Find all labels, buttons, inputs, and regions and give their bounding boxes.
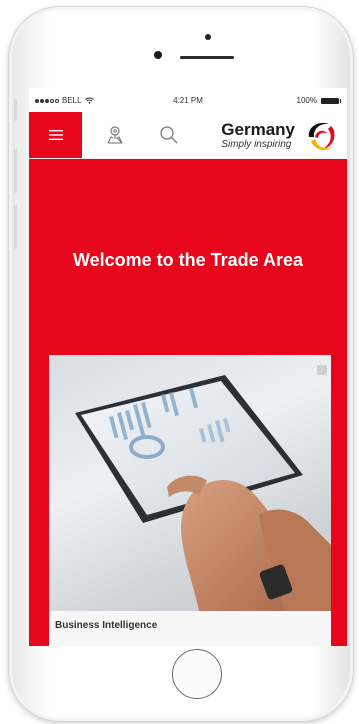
menu-icon [48, 130, 63, 140]
mute-switch [14, 99, 17, 121]
search-icon[interactable] [159, 125, 179, 145]
battery-icon [321, 97, 341, 104]
stage: BELL 4:21 PM 100% Germany Simply inspiri… [0, 0, 359, 724]
business-intelligence-image [49, 355, 331, 611]
battery-percent: 100% [296, 96, 317, 105]
earpiece-speaker [180, 56, 234, 59]
volume-down-button [14, 205, 17, 249]
home-button[interactable] [172, 649, 222, 699]
swirl-logo-icon [308, 122, 335, 151]
phone-screen: BELL 4:21 PM 100% Germany Simply inspiri… [29, 88, 347, 646]
card-caption: Business Intelligence [49, 611, 331, 646]
germany-logo[interactable]: Germany Simply inspiring [221, 117, 339, 155]
logo-subtitle: Simply inspiring [221, 139, 292, 150]
top-navigation: Germany Simply inspiring [29, 112, 347, 159]
status-bar: BELL 4:21 PM 100% [29, 88, 347, 112]
battery-status: 100% [296, 96, 341, 105]
proximity-sensor [154, 51, 162, 59]
front-camera [205, 34, 211, 40]
logo-title: Germany [221, 120, 295, 139]
menu-button[interactable] [29, 112, 82, 158]
map-pin-icon[interactable] [105, 125, 125, 145]
volume-up-button [14, 149, 17, 193]
hero-title: Welcome to the Trade Area [72, 250, 304, 270]
content-card[interactable]: Business Intelligence [49, 355, 331, 646]
logo-text: Germany Simply inspiring [221, 121, 295, 151]
